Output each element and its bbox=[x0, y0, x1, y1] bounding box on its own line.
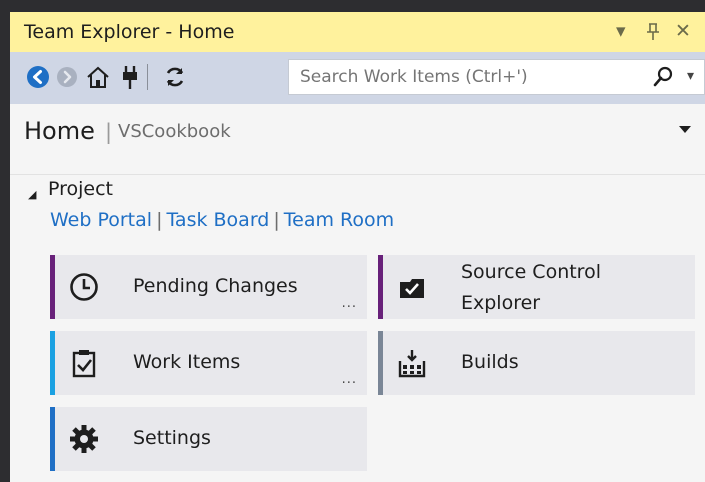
page-header: Home | VSCookbook bbox=[10, 104, 705, 175]
refresh-icon[interactable] bbox=[162, 64, 188, 90]
more-options-icon[interactable]: ... bbox=[342, 372, 357, 387]
more-options-icon[interactable]: ... bbox=[342, 296, 357, 311]
clipboard-check-icon bbox=[72, 350, 96, 378]
gear-icon bbox=[70, 425, 98, 453]
team-explorer-panel: Team Explorer - Home ▾ ✕ Search Work Ite… bbox=[10, 12, 705, 482]
pending-changes-label: Pending Changes bbox=[133, 275, 298, 297]
forward-icon[interactable] bbox=[54, 64, 80, 90]
source-control-label-line2: Explorer bbox=[461, 292, 541, 314]
work-items-label: Work Items bbox=[133, 351, 241, 373]
window-title: Team Explorer - Home bbox=[24, 21, 235, 43]
window-dropdown-icon[interactable]: ▾ bbox=[616, 19, 626, 43]
page-title: Home bbox=[24, 117, 95, 145]
builds-label: Builds bbox=[461, 351, 519, 373]
search-box: ▾ bbox=[288, 59, 705, 95]
source-control-icon bbox=[400, 279, 424, 298]
clock-icon bbox=[70, 273, 98, 301]
close-icon[interactable]: ✕ bbox=[675, 19, 691, 43]
search-input[interactable] bbox=[289, 60, 640, 94]
source-control-label-line1: Source Control bbox=[461, 261, 601, 283]
header-separator: | bbox=[105, 120, 113, 144]
section-title-project[interactable]: Project bbox=[48, 178, 113, 200]
window-frame: Team Explorer - Home ▾ ✕ Search Work Ite… bbox=[0, 0, 705, 482]
pending-changes-tile[interactable]: Pending Changes ... bbox=[50, 255, 367, 319]
page-dropdown-icon[interactable] bbox=[679, 126, 691, 133]
home-icon[interactable] bbox=[85, 64, 111, 90]
settings-label: Settings bbox=[133, 427, 211, 449]
settings-tile[interactable]: Settings bbox=[50, 407, 367, 471]
back-icon[interactable] bbox=[25, 64, 51, 90]
link-separator: | bbox=[273, 209, 280, 231]
builds-tile[interactable]: Builds bbox=[378, 331, 695, 395]
source-control-explorer-tile[interactable]: Source Control Explorer bbox=[378, 255, 695, 319]
builds-icon bbox=[398, 350, 426, 378]
link-separator: | bbox=[156, 209, 163, 231]
web-portal-link[interactable]: Web Portal bbox=[50, 209, 152, 231]
team-room-link[interactable]: Team Room bbox=[284, 209, 394, 231]
connect-icon[interactable] bbox=[117, 64, 143, 90]
pin-icon[interactable] bbox=[646, 23, 660, 41]
toolbar-separator bbox=[147, 64, 148, 90]
toolbar: ▾ bbox=[10, 52, 705, 104]
collapse-triangle-icon[interactable]: ◢ bbox=[28, 188, 36, 201]
project-links: Web Portal | Task Board | Team Room bbox=[50, 209, 394, 231]
search-icon[interactable] bbox=[652, 66, 674, 88]
work-items-tile[interactable]: Work Items ... bbox=[50, 331, 367, 395]
task-board-link[interactable]: Task Board bbox=[166, 209, 269, 231]
team-project-name: VSCookbook bbox=[118, 121, 231, 142]
title-bar[interactable]: Team Explorer - Home ▾ ✕ bbox=[10, 12, 705, 52]
search-options-icon[interactable]: ▾ bbox=[687, 68, 694, 84]
